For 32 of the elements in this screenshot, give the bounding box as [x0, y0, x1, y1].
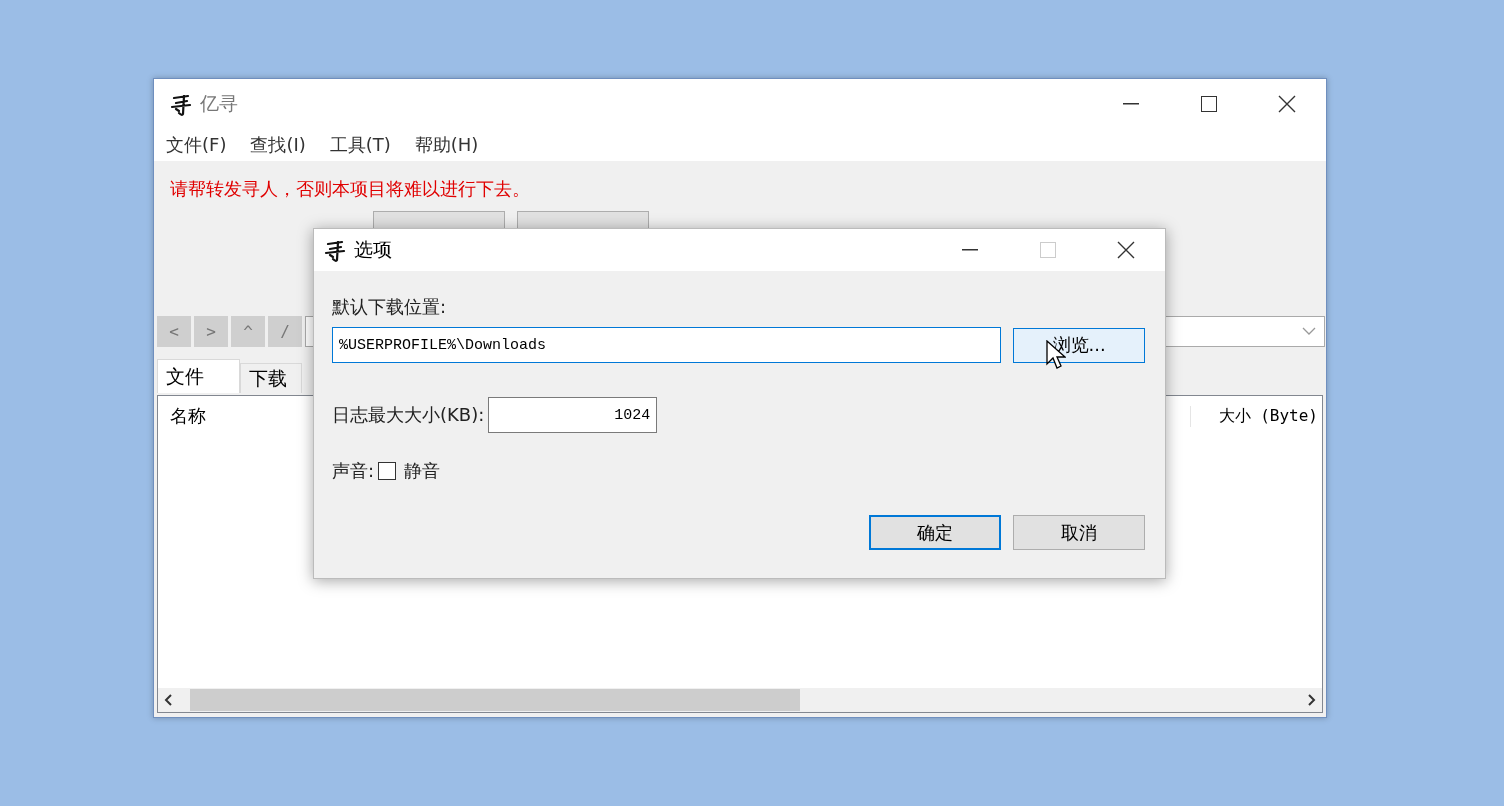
tab[interactable]: 文件 [157, 359, 240, 393]
maximize-icon[interactable] [1201, 96, 1217, 112]
cancel-button[interactable]: 取消 [1013, 515, 1145, 550]
chevron-down-icon[interactable] [1302, 327, 1316, 335]
scroll-left-icon[interactable] [164, 694, 172, 706]
window-title: 亿寻 [200, 91, 238, 116]
scroll-thumb[interactable] [190, 689, 800, 711]
minimize-icon[interactable] [1123, 103, 1139, 105]
close-icon[interactable] [1278, 95, 1296, 113]
log-size-field[interactable]: 1024 [488, 397, 658, 433]
menu-item[interactable]: 文件(F) [166, 133, 227, 157]
minimize-icon[interactable] [962, 249, 978, 251]
column-header[interactable]: 名称 [158, 404, 206, 428]
horizontal-scrollbar[interactable] [158, 688, 1322, 712]
scroll-right-icon[interactable] [1308, 694, 1316, 706]
menu-item[interactable]: 帮助(H) [414, 133, 479, 157]
field-label: 默认下载位置: [332, 295, 448, 319]
mute-checkbox[interactable] [378, 462, 397, 480]
field-label: 声音: [332, 459, 375, 483]
column-header[interactable]: 大小 (Byte) [1189, 405, 1322, 427]
app-logo-icon [324, 238, 346, 262]
menu-item[interactable]: 查找(I) [250, 133, 306, 157]
download-path-field[interactable]: %USERPROFILE%\Downloads [332, 327, 1002, 363]
app-logo-icon [170, 92, 192, 116]
dialog-title: 选项 [354, 237, 392, 262]
checkbox-label[interactable]: 静音 [404, 459, 441, 483]
field-label: 日志最大大小(KB): [332, 403, 485, 427]
notice-text: 请帮转发寻人，否则本项目将难以进行下去。 [170, 178, 530, 199]
menu-item[interactable]: 工具(T) [329, 133, 391, 157]
ok-button[interactable]: 确定 [869, 515, 1001, 550]
close-icon[interactable] [1117, 241, 1135, 259]
tab[interactable]: 下载 [240, 363, 302, 393]
